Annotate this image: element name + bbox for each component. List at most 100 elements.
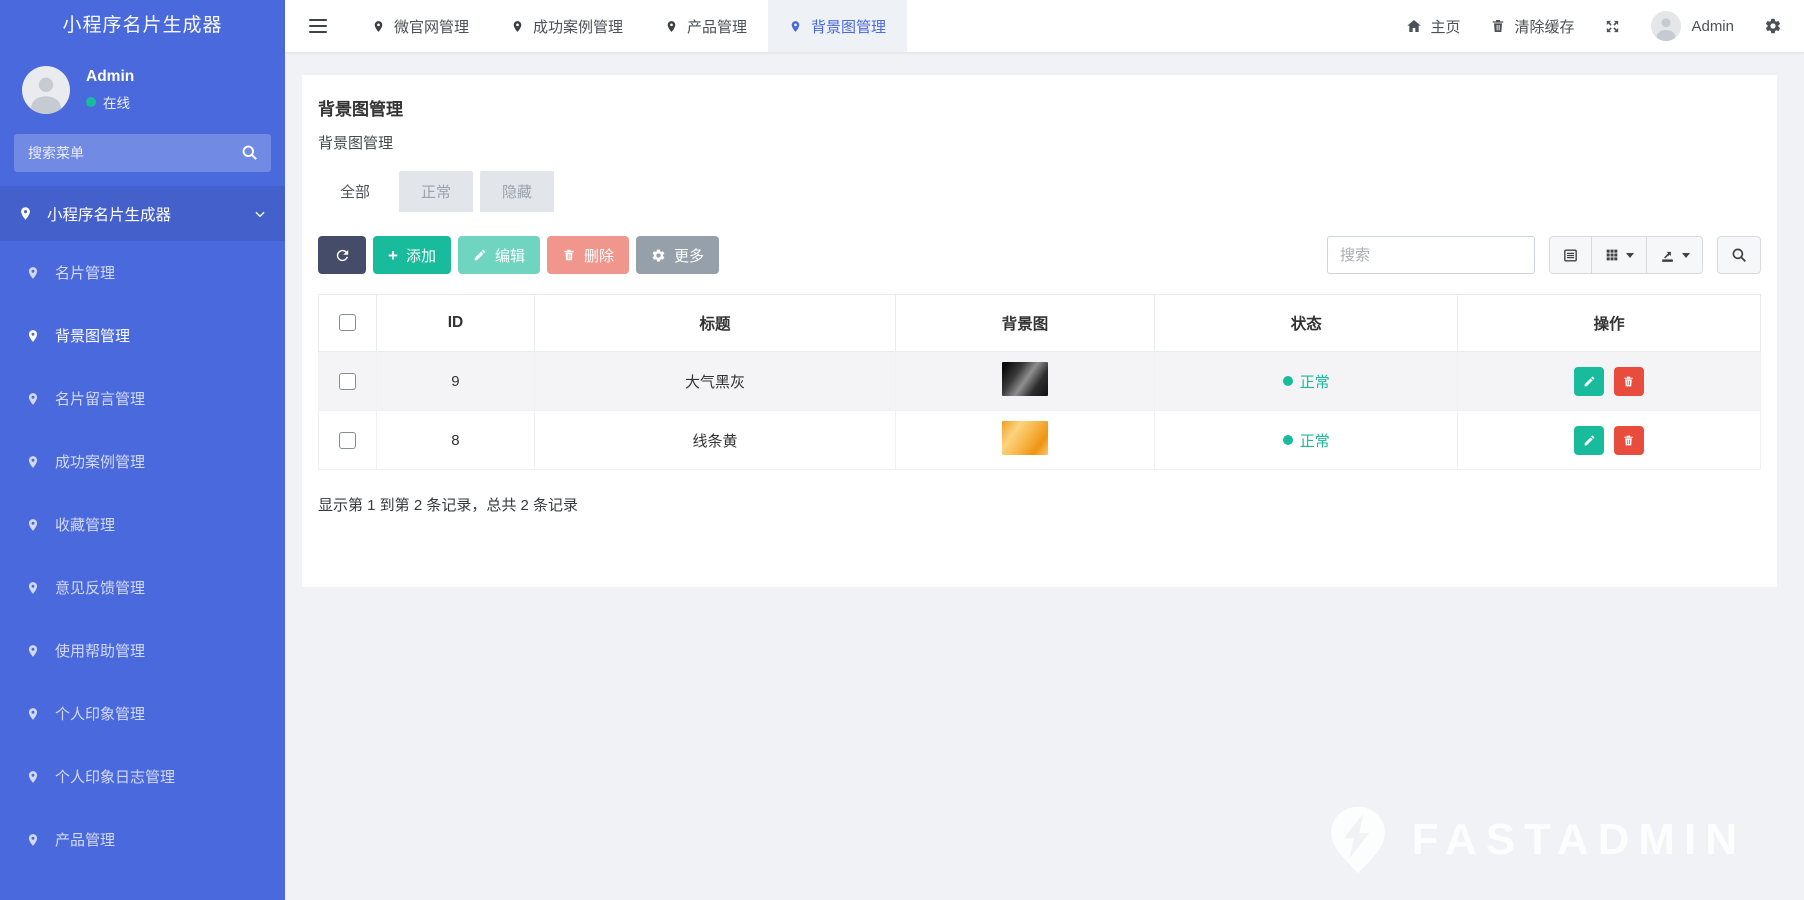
table-header-row: ID 标题 背景图 状态 操作: [318, 294, 1761, 352]
toggle-view-button[interactable]: [1550, 237, 1591, 273]
refresh-icon: [336, 249, 348, 261]
columns-dropdown-button[interactable]: [1591, 237, 1646, 273]
search-toggle-button[interactable]: [1717, 236, 1761, 274]
sidebar-item-success-case-manage[interactable]: 成功案例管理: [0, 430, 285, 493]
top-navbar: 微官网管理 成功案例管理 产品管理 背景图管理 主页 清除缓存 Admin: [285, 0, 1804, 52]
page-title: 背景图管理: [318, 100, 403, 119]
more-button[interactable]: 更多: [635, 236, 719, 274]
filter-tab-all[interactable]: 全部: [318, 171, 393, 212]
sidebar-group-app[interactable]: 小程序名片生成器: [0, 186, 285, 241]
row-checkbox[interactable]: [338, 372, 356, 390]
pin-icon: [374, 20, 383, 32]
pencil-icon: [474, 249, 486, 261]
user-panel: Admin 在线: [0, 52, 285, 126]
row-delete-button[interactable]: [1613, 425, 1644, 455]
export-dropdown-button[interactable]: [1646, 237, 1702, 273]
trash-icon: [1493, 20, 1504, 32]
main-area: 微官网管理 成功案例管理 产品管理 背景图管理 主页 清除缓存 Admin 背景…: [285, 0, 1804, 900]
user-info: Admin 在线: [86, 68, 134, 112]
nav-tab-background[interactable]: 背景图管理: [768, 0, 908, 52]
pin-icon: [28, 581, 38, 594]
nav-tab-label: 成功案例管理: [533, 18, 624, 36]
edit-button-label: 编辑: [494, 247, 525, 265]
pin-icon: [667, 20, 676, 32]
home-icon: [1407, 20, 1422, 32]
sidebar-item-product-manage[interactable]: 产品管理: [0, 808, 285, 871]
sidebar-item-background-manage[interactable]: 背景图管理: [0, 304, 285, 367]
sidebar-item-card-manage[interactable]: 名片管理: [0, 241, 285, 304]
background-thumbnail[interactable]: [1002, 421, 1049, 455]
nav-tab-success-case[interactable]: 成功案例管理: [490, 0, 644, 52]
fullscreen-button[interactable]: [1604, 18, 1621, 35]
brand-title: 小程序名片生成器: [62, 15, 223, 36]
refresh-button[interactable]: [318, 236, 366, 274]
table-search-input[interactable]: [1327, 236, 1535, 274]
gear-icon: [1765, 18, 1781, 34]
user-menu[interactable]: Admin: [1651, 11, 1734, 41]
pin-icon: [28, 329, 38, 342]
sidebar-item-help-manage[interactable]: 使用帮助管理: [0, 619, 285, 682]
caret-down-icon: [1682, 252, 1690, 258]
navbar-right: 主页 清除缓存 Admin: [1406, 0, 1804, 52]
nav-tab-micro-site[interactable]: 微官网管理: [351, 0, 490, 52]
sidebar-toggle-button[interactable]: [285, 0, 351, 52]
column-header-ops[interactable]: 操作: [1457, 294, 1761, 352]
settings-button[interactable]: [1764, 17, 1782, 35]
row-edit-button[interactable]: [1574, 425, 1605, 455]
pin-icon: [28, 266, 38, 279]
sidebar-item-label: 意见反馈管理: [55, 580, 146, 597]
menu-search-input[interactable]: [14, 134, 271, 172]
sidebar-item-label: 名片留言管理: [55, 391, 146, 408]
edit-button[interactable]: 编辑: [457, 236, 540, 274]
sidebar-item-impression-log-manage[interactable]: 个人印象日志管理: [0, 745, 285, 808]
pin-icon: [28, 770, 38, 783]
open-page-tabs: 微官网管理 成功案例管理 产品管理 背景图管理: [351, 0, 908, 52]
pin-icon: [28, 644, 38, 657]
pin-icon: [21, 207, 30, 220]
delete-button[interactable]: 删除: [546, 236, 629, 274]
table-row[interactable]: 8 线条黄 正常: [318, 410, 1761, 470]
column-header-id[interactable]: ID: [375, 294, 536, 352]
row-edit-button[interactable]: [1574, 366, 1605, 396]
select-all-checkbox[interactable]: [338, 314, 356, 332]
background-thumbnail[interactable]: [1002, 362, 1049, 396]
pin-icon: [28, 518, 38, 531]
user-name: Admin: [86, 68, 135, 85]
row-delete-button[interactable]: [1613, 366, 1644, 396]
sidebar-item-impression-manage[interactable]: 个人印象管理: [0, 682, 285, 745]
user-status-label: 在线: [103, 96, 130, 111]
sidebar-group-label: 小程序名片生成器: [47, 206, 172, 224]
fastadmin-watermark: FASTADMIN: [1320, 802, 1746, 878]
search-icon[interactable]: [240, 143, 259, 162]
caret-down-icon: [1626, 252, 1634, 258]
table-row[interactable]: 9 大气黑灰 正常: [318, 351, 1761, 411]
home-link[interactable]: 主页: [1406, 16, 1460, 37]
page-subtitle: 背景图管理: [318, 135, 394, 152]
sidebar-item-favorite-manage[interactable]: 收藏管理: [0, 493, 285, 556]
navbar-user-name: Admin: [1691, 17, 1734, 35]
row-checkbox[interactable]: [338, 431, 356, 449]
status-label: 正常: [1299, 373, 1330, 391]
clear-cache-button[interactable]: 清除缓存: [1490, 16, 1574, 37]
navbar-avatar: [1651, 11, 1682, 41]
more-button-label: 更多: [673, 247, 704, 265]
sidebar-item-label: 收藏管理: [55, 517, 116, 534]
pin-icon: [791, 20, 800, 32]
filter-tab-normal[interactable]: 正常: [399, 171, 474, 212]
sidebar-item-feedback-manage[interactable]: 意见反馈管理: [0, 556, 285, 619]
grid-icon: [1606, 249, 1618, 261]
nav-tab-product[interactable]: 产品管理: [644, 0, 768, 52]
sidebar-item-card-message-manage[interactable]: 名片留言管理: [0, 367, 285, 430]
gear-icon: [652, 248, 665, 262]
column-header-title[interactable]: 标题: [534, 294, 896, 352]
filter-tab-hidden[interactable]: 隐藏: [480, 171, 555, 212]
sidebar-item-label: 成功案例管理: [55, 454, 146, 471]
online-dot-icon: [86, 97, 96, 107]
row-id: 8: [375, 410, 536, 470]
user-avatar[interactable]: [22, 66, 70, 114]
status-dot-icon: [1282, 376, 1293, 386]
view-tools-group: [1549, 236, 1703, 274]
column-header-status[interactable]: 状态: [1154, 294, 1459, 352]
add-button[interactable]: + 添加: [373, 236, 451, 274]
column-header-image[interactable]: 背景图: [894, 294, 1156, 352]
